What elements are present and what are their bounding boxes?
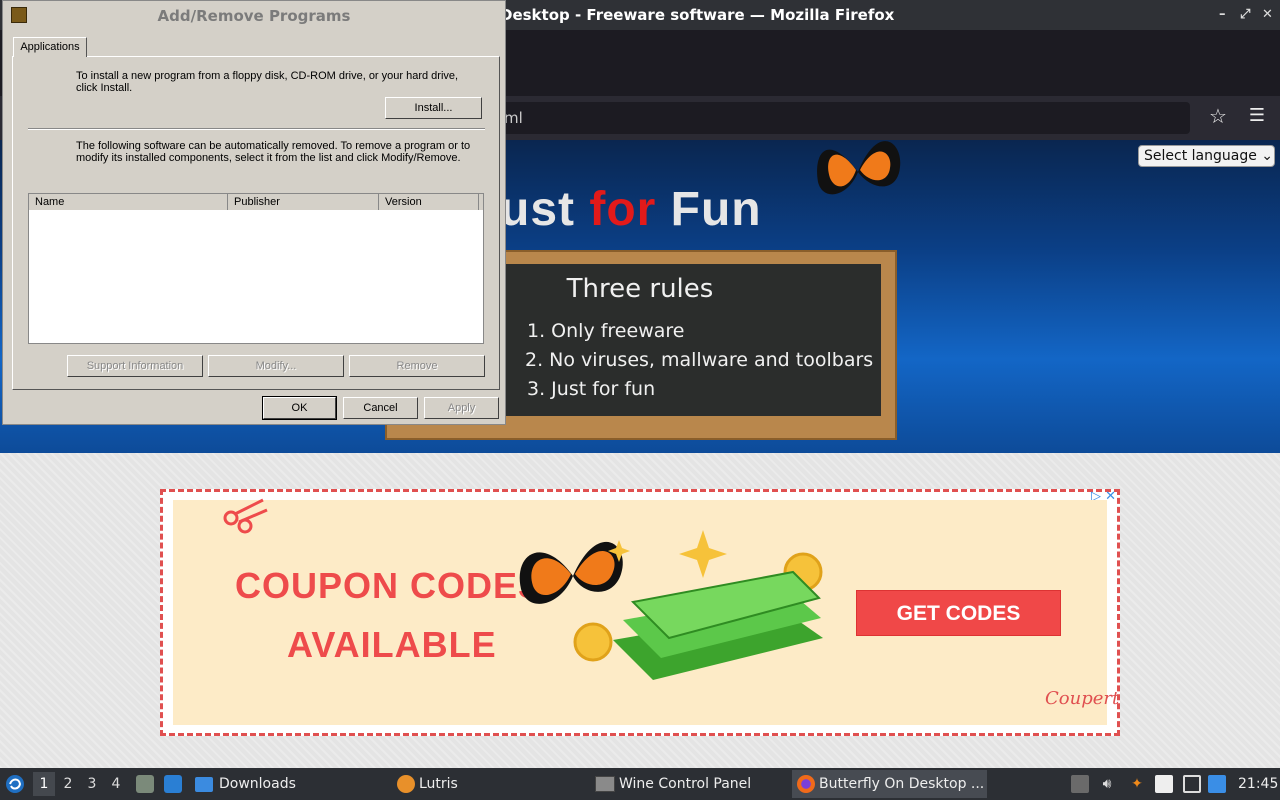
task-firefox[interactable]: Butterfly On Desktop ... (792, 770, 987, 798)
dialog-titlebar[interactable]: Add/Remove Programs (3, 1, 505, 31)
minimize-button[interactable]: – (1219, 0, 1226, 30)
file-manager-icon[interactable] (136, 775, 154, 793)
list-header: Name Publisher Version (29, 194, 483, 210)
display-icon[interactable] (1183, 775, 1201, 793)
column-name[interactable]: Name (29, 194, 228, 210)
close-button[interactable]: ✕ (1262, 0, 1273, 30)
rule-item: 2. No viruses, mallware and toolbars (525, 349, 874, 371)
workspace-4[interactable]: 4 (105, 772, 127, 796)
scissors-icon (223, 498, 268, 534)
rule-item: 1. Only freeware (527, 320, 685, 342)
url-bar[interactable]: ml (490, 102, 1190, 134)
lutris-icon (397, 775, 415, 793)
get-codes-button[interactable]: GET CODES (856, 590, 1061, 636)
workspace-3[interactable]: 3 (81, 772, 103, 796)
separator (28, 128, 485, 130)
coupert-logo: Coupert (1045, 688, 1120, 709)
coupon-ad[interactable]: ▷ ✕ COUPON CODES AVAILABLE GET CODES Cou… (160, 489, 1120, 736)
add-remove-programs-dialog: Add/Remove Programs Applications To inst… (2, 0, 506, 425)
workspace-2[interactable]: 2 (57, 772, 79, 796)
clipboard-icon[interactable] (1071, 775, 1089, 793)
taskbar: 1 2 3 4 Downloads Lutris Wine Control Pa… (0, 768, 1280, 800)
column-publisher[interactable]: Publisher (228, 194, 379, 210)
control-panel-icon (11, 7, 27, 23)
wine-icon (595, 776, 615, 792)
dialog-title: Add/Remove Programs (157, 7, 351, 25)
applications-panel: To install a new program from a floppy d… (12, 56, 500, 390)
workspace-1[interactable]: 1 (33, 772, 55, 796)
folder-icon (195, 776, 213, 792)
clock[interactable]: 21:45 (1238, 768, 1278, 800)
hamburger-menu-icon[interactable]: ☰ (1245, 104, 1269, 128)
installed-programs-list[interactable]: Name Publisher Version (28, 193, 484, 344)
volume-icon[interactable]: 🔊︎ (1098, 775, 1116, 793)
desktop-icon[interactable] (164, 775, 182, 793)
money-stack-icon (573, 530, 823, 680)
notes-icon[interactable] (1155, 775, 1173, 793)
support-information-button[interactable]: Support Information (67, 355, 203, 377)
remove-button[interactable]: Remove (349, 355, 485, 377)
install-button[interactable]: Install... (385, 97, 482, 119)
start-menu-icon[interactable] (5, 774, 25, 794)
cancel-button[interactable]: Cancel (343, 397, 418, 419)
firefox-title: Desktop - Freeware software — Mozilla Fi… (500, 6, 895, 24)
task-wine-control-panel[interactable]: Wine Control Panel (595, 770, 785, 798)
task-downloads[interactable]: Downloads (195, 770, 385, 798)
language-select[interactable]: Select language ⌄ (1138, 145, 1275, 167)
modify-button[interactable]: Modify... (208, 355, 344, 377)
apply-button[interactable]: Apply (424, 397, 499, 419)
bookmark-star-icon[interactable]: ☆ (1206, 104, 1230, 128)
maximize-button[interactable]: ⤢ (1240, 0, 1250, 30)
firefox-icon (797, 775, 815, 793)
butterfly-tray-icon[interactable]: ✦ (1128, 775, 1146, 793)
update-icon[interactable] (1208, 775, 1226, 793)
ok-button[interactable]: OK (262, 396, 337, 420)
ad-headline-2: AVAILABLE (287, 624, 497, 665)
task-lutris[interactable]: Lutris (397, 770, 587, 798)
install-instructions: To install a new program from a floppy d… (76, 70, 459, 94)
banner-title: ust for Fun (500, 183, 762, 236)
tab-applications[interactable]: Applications (13, 37, 87, 57)
butterfly-icon (817, 141, 901, 195)
remove-instructions: The following software can be automatica… (76, 140, 471, 164)
rule-item: 3. Just for fun (527, 378, 656, 400)
column-version[interactable]: Version (379, 194, 479, 210)
ad-headline-1: COUPON CODES (235, 565, 544, 606)
